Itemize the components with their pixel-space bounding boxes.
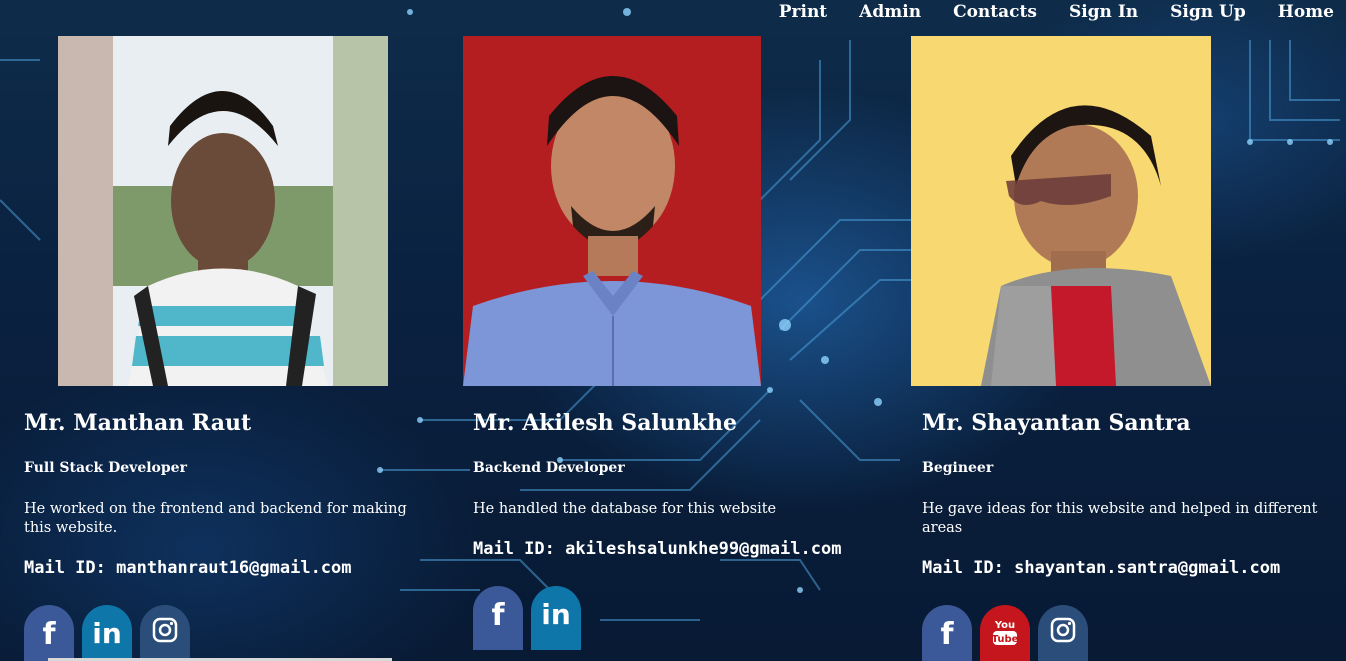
svg-text:You: You [994, 620, 1015, 631]
member-mail: Mail ID: akileshsalunkhe99@gmail.com [473, 539, 842, 559]
youtube-icon[interactable]: You Tube [980, 605, 1030, 661]
profile-photo [58, 36, 388, 386]
member-description: He worked on the frontend and backend fo… [24, 501, 407, 536]
facebook-icon[interactable]: f [24, 605, 74, 661]
profile-photo [463, 36, 761, 386]
nav-sign-in-link[interactable]: Sign In [1069, 2, 1138, 22]
nav-print-link[interactable]: Print [779, 2, 827, 22]
social-links: f in [473, 586, 581, 650]
member-mail: Mail ID: manthanraut16@gmail.com [24, 558, 352, 578]
member-role: Backend Developer [473, 460, 625, 476]
member-description: He handled the database for this website [473, 501, 777, 517]
member-role: Full Stack Developer [24, 460, 187, 476]
nav-sign-up-link[interactable]: Sign Up [1170, 2, 1246, 22]
nav-admin-link[interactable]: Admin [859, 2, 921, 22]
facebook-icon[interactable]: f [473, 586, 523, 650]
top-nav: Print Admin Contacts Sign In Sign Up Hom… [779, 2, 1334, 22]
nav-home-link[interactable]: Home [1278, 2, 1334, 22]
instagram-icon[interactable] [1038, 605, 1088, 661]
member-description: He gave ideas for this website and helpe… [922, 501, 1318, 536]
social-links: f in [24, 605, 190, 661]
member-mail: Mail ID: shayantan.santra@gmail.com [922, 558, 1281, 578]
member-name: Mr. Shayantan Santra [922, 410, 1191, 436]
instagram-icon[interactable] [140, 605, 190, 661]
social-links: f You Tube [922, 605, 1088, 661]
profile-photo [911, 36, 1211, 386]
nav-contacts-link[interactable]: Contacts [953, 2, 1037, 22]
facebook-icon[interactable]: f [922, 605, 972, 661]
member-role: Begineer [922, 460, 994, 476]
linkedin-icon[interactable]: in [82, 605, 132, 661]
member-name: Mr. Manthan Raut [24, 410, 252, 436]
member-name: Mr. Akilesh Salunkhe [473, 410, 738, 436]
svg-text:Tube: Tube [992, 634, 1018, 645]
linkedin-icon[interactable]: in [531, 586, 581, 650]
